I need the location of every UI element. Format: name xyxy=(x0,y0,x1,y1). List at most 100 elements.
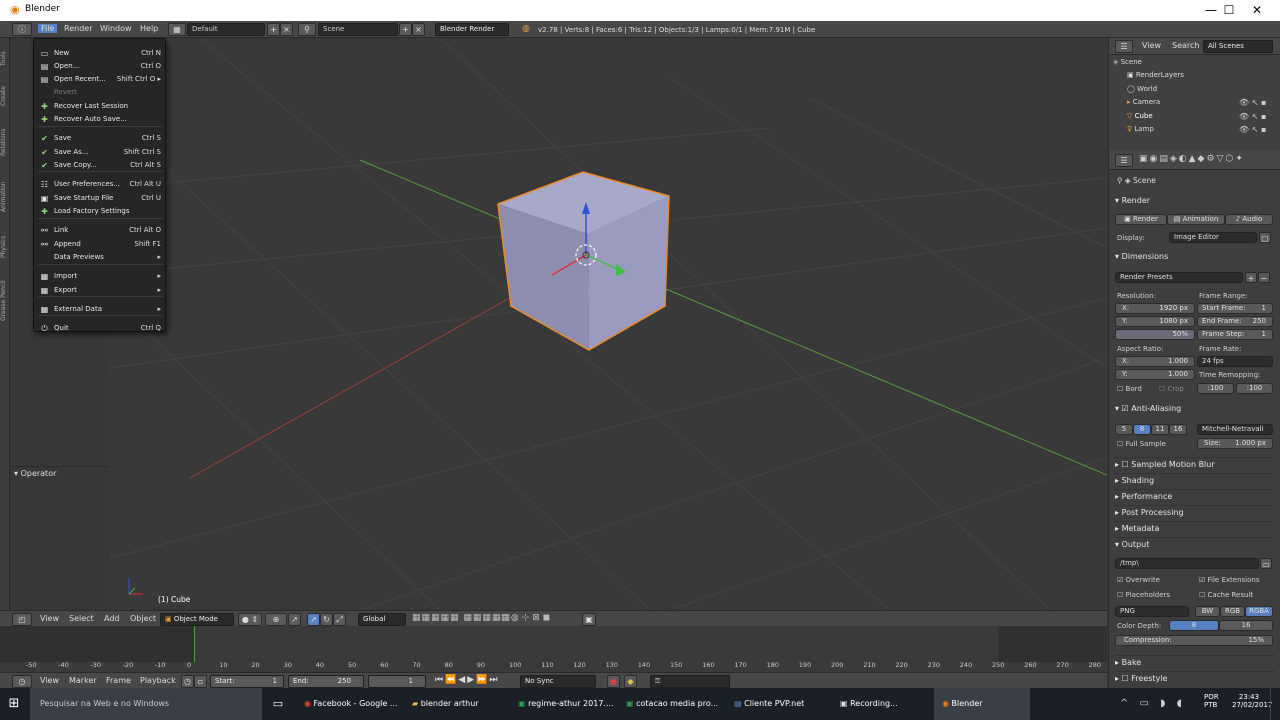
taskbar-app-excel-1[interactable]: ▣ regime-athur 2017.... xyxy=(512,688,616,720)
operator-panel[interactable]: ▾ Operator xyxy=(10,466,108,480)
color-rgb-button[interactable]: RGB xyxy=(1220,606,1245,617)
record-button-icon[interactable]: ● xyxy=(607,675,620,688)
outliner-item-camera[interactable]: ▸ Camera xyxy=(1127,98,1160,106)
sync-mode-select[interactable]: No Sync xyxy=(520,675,596,688)
menu-file[interactable]: File xyxy=(38,24,58,33)
file-menu-item-data-previews[interactable]: Data Previews ▸ xyxy=(34,251,167,264)
playback-menu[interactable]: Playback xyxy=(140,676,176,685)
add-layout-button[interactable]: + xyxy=(267,23,280,36)
file-menu-item-recover-auto-save[interactable]: ✚ Recover Auto Save... xyxy=(34,113,167,126)
screen-layout-field[interactable]: Default xyxy=(187,23,265,36)
post-processing-panel-header[interactable]: ▸ Post Processing xyxy=(1115,505,1275,519)
visibility-eye-icon[interactable]: 👁 ↖ ▪ xyxy=(1239,125,1266,134)
browse-folder-icon[interactable]: ▭ xyxy=(1260,558,1272,569)
crop-checkbox[interactable]: ☐ Crop xyxy=(1159,385,1184,393)
timeline-view-menu[interactable]: View xyxy=(40,676,59,685)
start-button-windows-icon[interactable]: ⊞ xyxy=(0,688,28,720)
resolution-y-field[interactable]: Y: 1080 px xyxy=(1115,316,1195,327)
remove-layout-button[interactable]: × xyxy=(280,23,293,36)
color-depth-16-button[interactable]: 16 xyxy=(1219,620,1273,631)
3d-viewport[interactable]: (1) Cube xyxy=(110,38,1107,610)
frame-menu[interactable]: Frame xyxy=(106,676,131,685)
performance-panel-header[interactable]: ▸ Performance xyxy=(1115,489,1275,503)
properties-editor-icon[interactable]: ☰ xyxy=(1115,154,1133,167)
taskbar-app-pvp[interactable]: ▤ Cliente PVP.net xyxy=(728,688,832,720)
border-checkbox[interactable]: ☐ Bord xyxy=(1117,385,1142,393)
dimensions-panel-header[interactable]: ▾ Dimensions xyxy=(1115,250,1168,264)
remap-new-field[interactable]: :100 xyxy=(1236,383,1273,394)
file-menu-item-append[interactable]: ⚯ Append Shift F1 xyxy=(34,238,167,251)
menu-help[interactable]: Help xyxy=(140,24,158,33)
current-frame-input[interactable]: 1 xyxy=(368,675,426,688)
timeline-editor-icon[interactable]: ◷ xyxy=(12,675,32,688)
file-menu-item-import[interactable]: ▦ Import ▸ xyxy=(34,270,167,283)
placeholders-checkbox[interactable]: ☐ Placeholders xyxy=(1117,591,1170,599)
display-select[interactable]: Image Editor xyxy=(1169,232,1257,243)
context-tabs-icon[interactable]: ▣◉▤◈◐▲◆⚙▽⬡✦ xyxy=(1139,154,1245,164)
aa-filter-select[interactable]: Mitchell-Netravali xyxy=(1197,424,1273,435)
rotate-manipulator-icon[interactable]: ↻ xyxy=(320,613,333,626)
screen-layout-icon[interactable]: ▦ xyxy=(168,23,186,36)
color-depth-8-button[interactable]: 8 xyxy=(1169,620,1219,631)
outliner-item-cube[interactable]: ▽ Cube xyxy=(1127,112,1153,120)
frame-rate-select[interactable]: 24 fps xyxy=(1197,356,1273,367)
compression-slider[interactable]: Compression: 15% xyxy=(1115,635,1273,646)
outliner-view-menu[interactable]: View xyxy=(1142,41,1161,50)
file-extensions-checkbox[interactable]: ☑ File Extensions xyxy=(1199,576,1259,584)
aa-samples-8[interactable]: 8 xyxy=(1133,424,1151,435)
tab-physics[interactable]: Physics xyxy=(0,228,10,266)
close-button[interactable]: ✕ xyxy=(1234,0,1280,21)
outliner-item-lamp[interactable]: ♀ Lamp xyxy=(1127,125,1154,133)
add-menu[interactable]: Add xyxy=(104,614,120,623)
interaction-mode-select[interactable]: ▣ Object Mode xyxy=(160,613,234,626)
manipulator-toggle-icon[interactable]: ↗ xyxy=(288,613,301,626)
outliner-item-renderlayers[interactable]: ▣ RenderLayers xyxy=(1127,71,1184,79)
file-menu-item-save-as[interactable]: ✔ Save As... Shift Ctrl S xyxy=(34,146,167,159)
file-menu-item-user-preferences[interactable]: ☷ User Preferences... Ctrl Alt U xyxy=(34,178,167,191)
3d-view-editor-icon[interactable]: ◰ xyxy=(12,613,32,626)
editor-type-icon[interactable]: ⓘ xyxy=(12,23,32,36)
taskbar-app-blender[interactable]: ◉ Blender xyxy=(934,688,1030,720)
tab-relations[interactable]: Relations xyxy=(0,118,10,166)
snap-tools-icon[interactable]: ◌◍⊹⊠◼ xyxy=(500,613,553,623)
color-rgba-button[interactable]: RGBA xyxy=(1245,606,1273,617)
remove-preset-button[interactable]: − xyxy=(1258,272,1270,283)
render-panel-header[interactable]: ▾ Render xyxy=(1115,194,1150,208)
add-scene-button[interactable]: + xyxy=(399,23,412,36)
file-menu-item-open[interactable]: ▤ Open... Ctrl O xyxy=(34,60,167,73)
outliner-editor-icon[interactable]: ☰ xyxy=(1115,40,1133,53)
tab-grease-pencil[interactable]: Grease Pencil xyxy=(0,270,10,332)
overwrite-checkbox[interactable]: ☑ Overwrite xyxy=(1117,576,1160,584)
render-preview-icon[interactable]: ▣ xyxy=(582,613,596,626)
resolution-x-field[interactable]: X: 1920 px xyxy=(1115,303,1195,314)
tab-animation[interactable]: Animation xyxy=(0,172,10,222)
marker-menu[interactable]: Marker xyxy=(69,676,97,685)
view-menu[interactable]: View xyxy=(40,614,59,623)
translate-manipulator-icon[interactable]: ↗ xyxy=(307,613,320,626)
outliner-filter-select[interactable]: All Scenes xyxy=(1203,40,1273,53)
outliner-search-menu[interactable]: Search xyxy=(1172,41,1199,50)
outliner-item-world[interactable]: ◯ World xyxy=(1127,85,1157,93)
pivot-point-select[interactable]: ⊕ xyxy=(265,613,287,626)
metadata-panel-header[interactable]: ▸ Metadata xyxy=(1115,521,1275,535)
start-frame-field[interactable]: Start Frame: 1 xyxy=(1197,303,1273,314)
file-menu-item-new[interactable]: ▭ New Ctrl N xyxy=(34,47,167,60)
cache-result-checkbox[interactable]: ☐ Cache Result xyxy=(1199,591,1253,599)
start-frame-input[interactable]: Start: 1 xyxy=(210,675,284,688)
color-bw-button[interactable]: BW xyxy=(1195,606,1220,617)
keying-set-icon[interactable]: ◆ xyxy=(624,675,637,688)
end-frame-input[interactable]: End: 250 xyxy=(288,675,364,688)
taskbar-app-excel-2[interactable]: ▣ cotacao media pro... xyxy=(620,688,724,720)
scene-icon[interactable]: ⚲ xyxy=(298,23,316,36)
aa-samples-11[interactable]: 11 xyxy=(1151,424,1169,435)
aspect-x-field[interactable]: X: 1.000 xyxy=(1115,356,1195,367)
timeline-editor[interactable]: -50 -40 -30 -20 -10 0 10 20 30 40 50 60 70 80 90 100 110… xyxy=(0,626,1107,672)
file-menu-item-save-startup-file[interactable]: ▣ Save Startup File Ctrl U xyxy=(34,192,167,205)
file-menu-item-save[interactable]: ✔ Save Ctrl S xyxy=(34,132,167,145)
aspect-y-field[interactable]: Y: 1.000 xyxy=(1115,369,1195,380)
menu-render[interactable]: Render xyxy=(64,24,92,33)
file-menu-item-quit[interactable]: ⏻ Quit Ctrl Q xyxy=(34,322,167,335)
taskbar-app-chrome[interactable]: ◉ Facebook - Google ... xyxy=(296,688,400,720)
input-language[interactable]: POR PTB xyxy=(1204,693,1219,709)
animation-button[interactable]: ▤ Animation xyxy=(1167,214,1225,225)
